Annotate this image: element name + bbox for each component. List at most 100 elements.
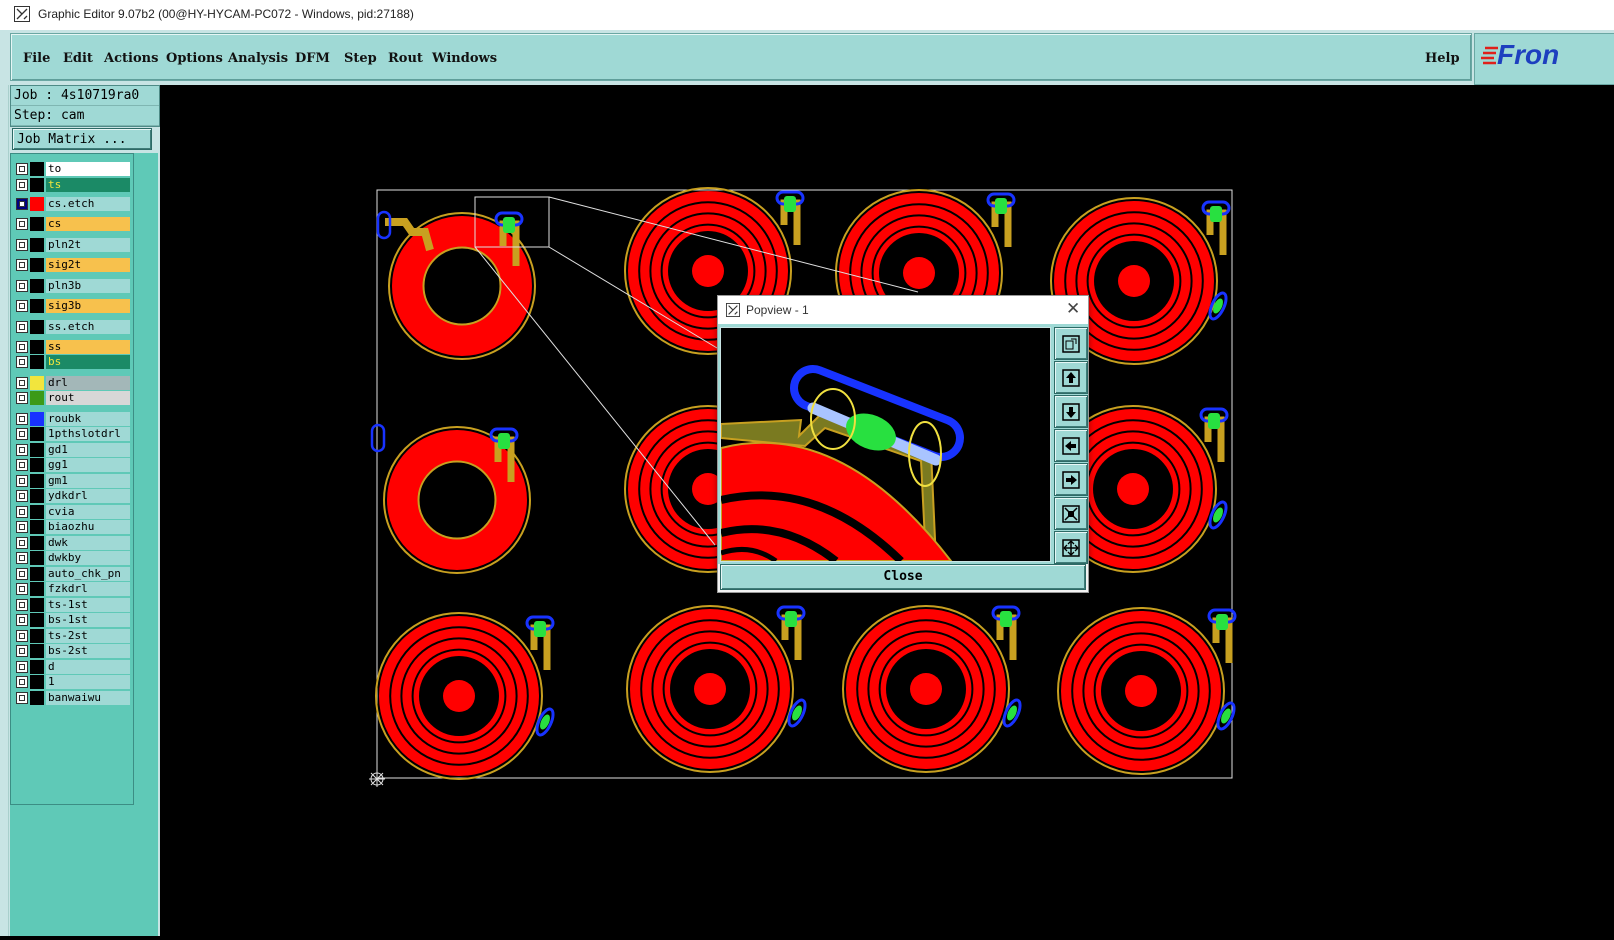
- layer-name[interactable]: drl: [46, 376, 130, 390]
- layer-checkbox[interactable]: [16, 300, 28, 312]
- layer-name[interactable]: ts-1st: [46, 598, 130, 612]
- layer-name[interactable]: fzkdrl: [46, 582, 130, 596]
- layer-checkbox[interactable]: [16, 239, 28, 251]
- pan-down-button[interactable]: [1054, 395, 1088, 428]
- layer-row[interactable]: ss.etch: [14, 320, 131, 334]
- layer-checkbox[interactable]: [16, 392, 28, 404]
- layer-checkbox[interactable]: [16, 259, 28, 271]
- zoom-in-button[interactable]: [1054, 497, 1088, 530]
- menu-windows[interactable]: Windows: [432, 51, 497, 66]
- layer-color-swatch[interactable]: [30, 320, 44, 334]
- layer-checkbox[interactable]: [16, 521, 28, 533]
- layer-name[interactable]: pln3b: [46, 279, 130, 293]
- layer-color-swatch[interactable]: [30, 675, 44, 689]
- layer-color-swatch[interactable]: [30, 598, 44, 612]
- layer-name[interactable]: rout: [46, 391, 130, 405]
- popview-titlebar[interactable]: Popview - 1 ✕: [718, 296, 1088, 324]
- layer-checkbox[interactable]: [16, 280, 28, 292]
- layer-row[interactable]: dwkby: [14, 551, 131, 565]
- menu-options[interactable]: Options: [166, 51, 223, 66]
- layer-color-swatch[interactable]: [30, 197, 44, 211]
- layer-color-swatch[interactable]: [30, 340, 44, 354]
- layer-row[interactable]: bs-2st: [14, 644, 131, 658]
- layer-color-swatch[interactable]: [30, 536, 44, 550]
- menu-step[interactable]: Step: [344, 51, 377, 66]
- layer-color-swatch[interactable]: [30, 391, 44, 405]
- menu-rout[interactable]: Rout: [388, 51, 423, 66]
- layer-color-swatch[interactable]: [30, 567, 44, 581]
- layer-checkbox[interactable]: [16, 413, 28, 425]
- layer-name[interactable]: bs-2st: [46, 644, 130, 658]
- layer-row[interactable]: biaozhu: [14, 520, 131, 534]
- layer-name[interactable]: cs.etch: [46, 197, 130, 211]
- layer-name[interactable]: dwkby: [46, 551, 130, 565]
- layer-row[interactable]: ts: [14, 178, 131, 192]
- layer-color-swatch[interactable]: [30, 217, 44, 231]
- layer-row[interactable]: banwaiwu: [14, 691, 131, 705]
- layer-row[interactable]: cs: [14, 217, 131, 231]
- layer-name[interactable]: biaozhu: [46, 520, 130, 534]
- popview-close-button[interactable]: Close: [720, 564, 1086, 590]
- layer-row[interactable]: 1pthslotdrl: [14, 427, 131, 441]
- menu-help[interactable]: Help: [1425, 51, 1460, 66]
- layer-name[interactable]: ss: [46, 340, 130, 354]
- layer-row[interactable]: pln3b: [14, 279, 131, 293]
- layer-row[interactable]: gd1: [14, 443, 131, 457]
- layer-checkbox[interactable]: [16, 490, 28, 502]
- layer-color-swatch[interactable]: [30, 427, 44, 441]
- layer-color-swatch[interactable]: [30, 613, 44, 627]
- layer-color-swatch[interactable]: [30, 162, 44, 176]
- layer-checkbox[interactable]: [16, 583, 28, 595]
- layer-name[interactable]: cs: [46, 217, 130, 231]
- layer-checkbox[interactable]: [16, 198, 28, 210]
- layer-name[interactable]: dwk: [46, 536, 130, 550]
- layer-color-swatch[interactable]: [30, 258, 44, 272]
- layer-row[interactable]: fzkdrl: [14, 582, 131, 596]
- layer-name[interactable]: d: [46, 660, 130, 674]
- pan-left-button[interactable]: [1054, 429, 1088, 462]
- layer-name[interactable]: pln2t: [46, 238, 130, 252]
- menu-dfm[interactable]: DFM: [295, 51, 330, 66]
- close-icon[interactable]: ✕: [1066, 299, 1080, 319]
- layer-color-swatch[interactable]: [30, 629, 44, 643]
- layer-row[interactable]: pln2t: [14, 238, 131, 252]
- layer-checkbox[interactable]: [16, 377, 28, 389]
- layer-row[interactable]: cvia: [14, 505, 131, 519]
- layer-row[interactable]: gg1: [14, 458, 131, 472]
- layer-color-swatch[interactable]: [30, 644, 44, 658]
- layer-checkbox[interactable]: [16, 444, 28, 456]
- menu-actions[interactable]: Actions: [104, 51, 158, 66]
- layer-name[interactable]: to: [46, 162, 130, 176]
- layer-color-swatch[interactable]: [30, 582, 44, 596]
- layer-color-swatch[interactable]: [30, 376, 44, 390]
- layer-name[interactable]: banwaiwu: [46, 691, 130, 705]
- layer-name[interactable]: sig3b: [46, 299, 130, 313]
- layer-checkbox[interactable]: [16, 614, 28, 626]
- layer-color-swatch[interactable]: [30, 412, 44, 426]
- layer-color-swatch[interactable]: [30, 458, 44, 472]
- layer-color-swatch[interactable]: [30, 551, 44, 565]
- layer-row[interactable]: ts-1st: [14, 598, 131, 612]
- layer-name[interactable]: bs: [46, 355, 130, 369]
- layer-color-swatch[interactable]: [30, 238, 44, 252]
- layer-checkbox[interactable]: [16, 599, 28, 611]
- job-matrix-button[interactable]: Job Matrix ...: [12, 128, 152, 150]
- layer-checkbox[interactable]: [16, 661, 28, 673]
- menu-analysis[interactable]: Analysis: [228, 51, 288, 66]
- menu-edit[interactable]: Edit: [63, 51, 93, 66]
- layer-row[interactable]: to: [14, 162, 131, 176]
- layer-color-swatch[interactable]: [30, 520, 44, 534]
- layer-color-swatch[interactable]: [30, 178, 44, 192]
- layer-row[interactable]: roubk: [14, 412, 131, 426]
- layer-name[interactable]: ydkdrl: [46, 489, 130, 503]
- layer-name[interactable]: gd1: [46, 443, 130, 457]
- layer-name[interactable]: 1: [46, 675, 130, 689]
- layer-color-swatch[interactable]: [30, 443, 44, 457]
- layer-checkbox[interactable]: [16, 321, 28, 333]
- pan-right-button[interactable]: [1054, 463, 1088, 496]
- layer-name[interactable]: gm1: [46, 474, 130, 488]
- layer-checkbox[interactable]: [16, 537, 28, 549]
- layer-row[interactable]: ydkdrl: [14, 489, 131, 503]
- layer-checkbox[interactable]: [16, 341, 28, 353]
- layer-row[interactable]: bs: [14, 355, 131, 369]
